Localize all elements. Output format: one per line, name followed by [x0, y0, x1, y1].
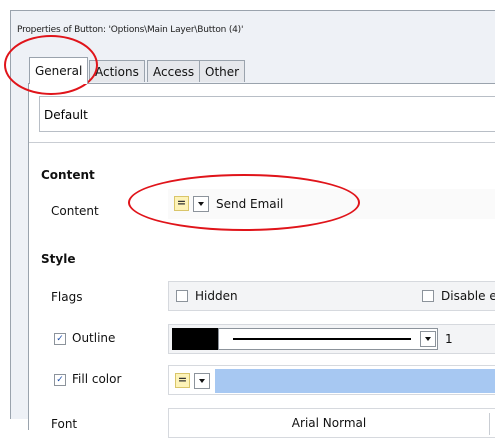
outline-width-value[interactable]: 1 [445, 332, 453, 346]
hidden-label: Hidden [195, 289, 238, 303]
font-field: Arial Normal 1 [168, 408, 495, 438]
profile-dropdown[interactable]: Default [39, 96, 495, 132]
tab-actions[interactable]: Actions [89, 60, 145, 82]
properties-window: Properties of Button: 'Options\Main Laye… [10, 10, 495, 438]
fill-color-dropdown-button[interactable] [194, 373, 210, 389]
disable-label: Disable ev [441, 289, 495, 303]
window-title: Properties of Button: 'Options\Main Laye… [17, 25, 244, 35]
content-value[interactable]: Send Email [216, 197, 283, 211]
hidden-checkbox[interactable] [176, 290, 188, 302]
outline-label: Outline [72, 331, 116, 345]
line-style-dropdown-button[interactable] [420, 331, 436, 347]
tab-access[interactable]: Access [147, 60, 201, 82]
general-panel: Default Content Content = Send Email Sty… [28, 83, 495, 438]
content-dropdown-button[interactable] [193, 196, 209, 212]
fill-color-checkbox[interactable]: ✓ [54, 374, 66, 386]
font-label: Font [51, 417, 78, 431]
line-style-preview [233, 338, 411, 340]
flags-field: Hidden Disable ev [168, 281, 495, 311]
content-label: Content [51, 204, 99, 218]
tab-other[interactable]: Other [199, 60, 246, 82]
outline-checkbox[interactable]: ✓ [54, 333, 66, 345]
outline-color-swatch[interactable] [172, 328, 218, 350]
font-value[interactable]: Arial Normal [169, 416, 489, 430]
flags-label: Flags [51, 290, 83, 304]
style-section-title: Style [41, 252, 76, 266]
fill-expression-icon[interactable]: = [175, 373, 190, 388]
expression-icon[interactable]: = [174, 196, 189, 211]
content-section-title: Content [41, 168, 95, 182]
fill-color-label: Fill color [72, 372, 122, 386]
content-field: = Send Email [168, 189, 495, 219]
outline-field: 1 [168, 324, 495, 354]
separator [29, 142, 495, 143]
disable-checkbox[interactable] [422, 290, 434, 302]
fill-color-swatch[interactable] [215, 369, 495, 393]
fill-color-field: = [168, 365, 495, 395]
font-divider [489, 413, 490, 435]
line-style-dropdown[interactable] [218, 328, 438, 350]
tab-general[interactable]: General [29, 57, 89, 84]
